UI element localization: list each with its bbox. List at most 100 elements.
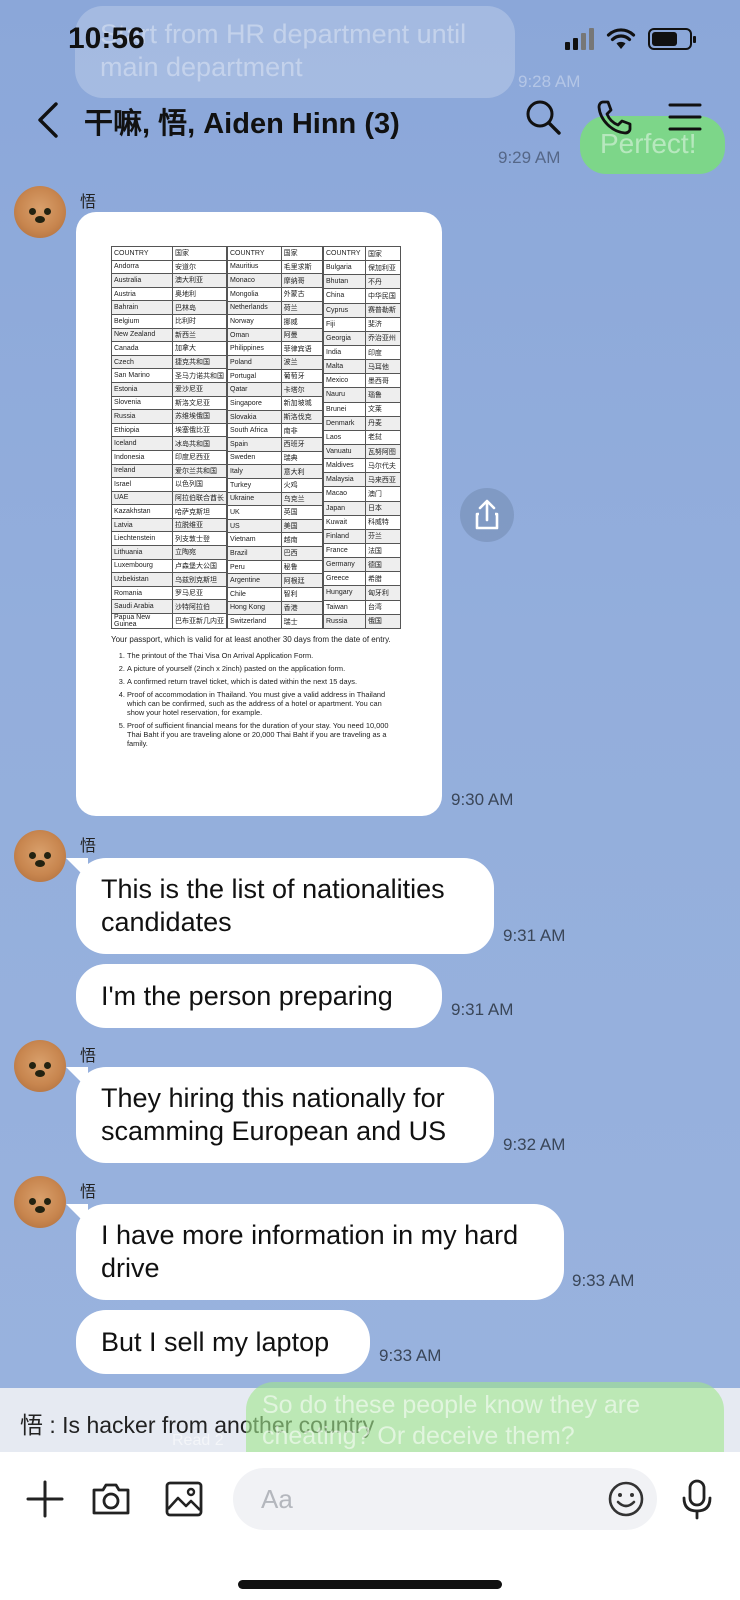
country-name-cell: India bbox=[323, 344, 366, 361]
country-name-cell: Georgia bbox=[323, 330, 366, 346]
country-chinese-cell: 捷克共和国 bbox=[172, 354, 227, 370]
country-name-cell: Malta bbox=[323, 359, 366, 375]
country-chinese-cell: 阿曼 bbox=[280, 327, 324, 343]
country-chinese-cell: 西班牙 bbox=[280, 436, 324, 452]
country-table-col-1: COUNTRY 国家 Andorra 安道尔 Australia 澳大利亚 Austria 奥… bbox=[111, 246, 227, 630]
table-row: Georgia 乔治亚州 bbox=[323, 330, 402, 346]
country-name-cell: Singapore bbox=[227, 396, 282, 411]
country-name-cell: Argentine bbox=[227, 573, 282, 589]
table-row: Slovenia 斯洛文尼亚 bbox=[111, 395, 227, 411]
table-row: India 印度 bbox=[323, 344, 402, 361]
table-row: Australia 澳大利亚 bbox=[111, 273, 227, 288]
avatar[interactable] bbox=[14, 830, 66, 882]
table-row: Oman 阿曼 bbox=[227, 327, 324, 343]
table-header-cell: COUNTRY bbox=[111, 246, 173, 261]
table-row: Bulgaria 保加利亚 bbox=[323, 260, 402, 276]
emoji-icon[interactable] bbox=[607, 1480, 645, 1518]
table-row: San Marino 圣马力诺共和国 bbox=[111, 368, 227, 383]
menu-icon[interactable] bbox=[664, 96, 706, 138]
country-chinese-cell: 墨西哥 bbox=[364, 373, 402, 389]
message-bubble[interactable]: This is the list of nationalities candid… bbox=[76, 858, 494, 954]
message-input[interactable]: Aa bbox=[233, 1468, 657, 1530]
table-row: Papua New Guinea 巴布亚新几内亚 bbox=[111, 613, 227, 630]
table-row: Fiji 斐济 bbox=[323, 316, 402, 332]
country-name-cell: UK bbox=[227, 505, 282, 520]
country-chinese-cell: 斯洛文尼亚 bbox=[172, 395, 227, 411]
country-name-cell: Ukraine bbox=[227, 491, 282, 507]
home-indicator[interactable] bbox=[238, 1580, 502, 1589]
message-bubble[interactable]: But I sell my laptop bbox=[76, 1310, 370, 1374]
image-message[interactable]: COUNTRY 国家 Andorra 安道尔 Australia 澳大利亚 Austria 奥… bbox=[76, 212, 442, 816]
chevron-left-icon[interactable] bbox=[28, 96, 68, 144]
table-row: Germany 德国 bbox=[323, 557, 402, 573]
country-chinese-cell: 日本 bbox=[364, 500, 402, 516]
table-row: Belgium 比利时 bbox=[111, 313, 227, 329]
country-name-cell: Taiwan bbox=[323, 599, 366, 615]
message-bubble[interactable]: I have more information in my hard drive bbox=[76, 1204, 564, 1300]
country-name-cell: Hungary bbox=[323, 585, 366, 601]
country-name-cell: Andorra bbox=[111, 259, 173, 275]
phone-icon[interactable] bbox=[594, 96, 636, 138]
requirement-item: Proof of sufficient financial means for … bbox=[127, 721, 401, 748]
country-chinese-cell: 挪威 bbox=[280, 314, 324, 329]
country-chinese-cell: 乌克兰 bbox=[280, 491, 324, 507]
image-icon[interactable] bbox=[163, 1478, 205, 1520]
avatar[interactable] bbox=[14, 186, 66, 238]
country-chinese-cell: 圣马力诺共和国 bbox=[172, 368, 227, 383]
country-name-cell: Hong Kong bbox=[227, 600, 282, 616]
table-header-cell: 国家 bbox=[172, 246, 227, 261]
table-row: France 法国 bbox=[323, 542, 402, 559]
country-name-cell: Turkey bbox=[227, 477, 282, 493]
country-chinese-cell: 加拿大 bbox=[172, 341, 227, 356]
message-bubble[interactable]: I'm the person preparing bbox=[76, 964, 442, 1028]
country-chinese-cell: 安道尔 bbox=[172, 259, 227, 275]
country-name-cell: Czech bbox=[111, 354, 173, 370]
country-chinese-cell: 乌兹别克斯坦 bbox=[172, 572, 227, 587]
table-row: Portugal 葡萄牙 bbox=[227, 368, 324, 384]
table-row: Iceland 冰岛共和国 bbox=[111, 436, 227, 451]
country-name-cell: Israel bbox=[111, 477, 173, 492]
table-header-cell: COUNTRY bbox=[323, 245, 366, 262]
country-chinese-cell: 沙特阿拉伯 bbox=[172, 599, 227, 615]
country-name-cell: Slovakia bbox=[227, 409, 282, 425]
microphone-icon[interactable] bbox=[676, 1478, 718, 1520]
table-row: Austria 奥地利 bbox=[111, 286, 227, 302]
search-icon[interactable] bbox=[522, 96, 564, 138]
table-row: Taiwan 台湾 bbox=[323, 599, 402, 615]
table-header-row: COUNTRY 国家 bbox=[323, 245, 402, 262]
country-chinese-cell: 芬兰 bbox=[364, 528, 402, 544]
plus-icon[interactable] bbox=[24, 1478, 66, 1520]
table-header-row: COUNTRY 国家 bbox=[111, 246, 227, 261]
table-row: Maldives 马尔代夫 bbox=[323, 458, 402, 474]
wifi-icon bbox=[606, 28, 636, 49]
country-chinese-cell: 葡萄牙 bbox=[280, 368, 324, 384]
table-row: Czech 捷克共和国 bbox=[111, 354, 227, 370]
country-name-cell: Ireland bbox=[111, 463, 173, 479]
share-button[interactable] bbox=[460, 488, 514, 542]
country-chinese-cell: 澳门 bbox=[364, 486, 402, 502]
share-icon bbox=[475, 499, 499, 530]
message-text: I'm the person preparing bbox=[101, 980, 393, 1011]
chat-title[interactable]: 干嘛, 悟, Aiden Hinn (3) bbox=[84, 100, 400, 142]
table-row: Singapore 新加坡城 bbox=[227, 396, 324, 411]
avatar[interactable] bbox=[14, 1176, 66, 1228]
country-name-cell: France bbox=[323, 542, 366, 559]
country-chinese-cell: 科威特 bbox=[364, 514, 402, 530]
country-name-cell: Philippines bbox=[227, 341, 282, 357]
country-chinese-cell: 埃塞俄比亚 bbox=[172, 422, 227, 438]
country-chinese-cell: 苏维埃俄国 bbox=[172, 409, 227, 424]
country-chinese-cell: 中华民国 bbox=[364, 288, 402, 304]
avatar[interactable] bbox=[14, 1040, 66, 1092]
message-bubble[interactable]: They hiring this nationally for scamming… bbox=[76, 1067, 494, 1163]
table-row: Nauru 瑙鲁 bbox=[323, 387, 402, 403]
country-name-cell: Sweden bbox=[227, 450, 282, 466]
country-name-cell: Australia bbox=[111, 273, 173, 288]
sender-name: 悟 bbox=[80, 194, 97, 211]
country-name-cell: Qatar bbox=[227, 382, 282, 398]
country-chinese-cell: 火鸡 bbox=[280, 477, 324, 493]
table-row: New Zealand 新西兰 bbox=[111, 327, 227, 343]
camera-icon[interactable] bbox=[90, 1478, 132, 1520]
country-name-cell: UAE bbox=[111, 490, 173, 506]
table-row: Lithuania 立陶宛 bbox=[111, 545, 227, 560]
country-name-cell: Poland bbox=[227, 355, 282, 370]
